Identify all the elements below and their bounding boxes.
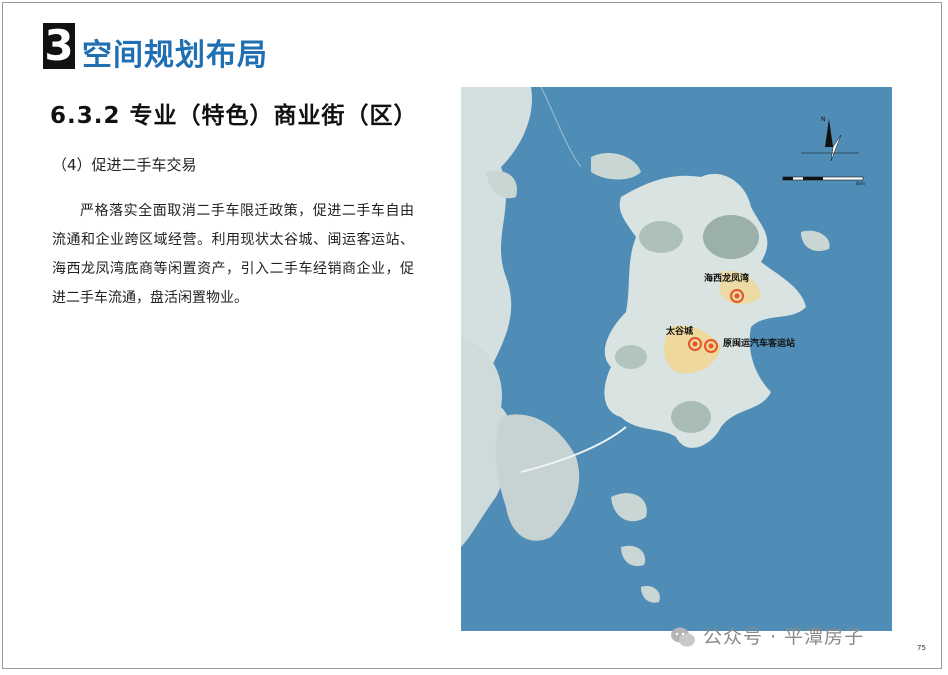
page-number: 75	[917, 644, 926, 652]
scale-bar	[782, 176, 864, 181]
label-taigu: 太谷城	[665, 325, 693, 337]
scale-unit: 0km	[856, 181, 865, 186]
section-title: 空间规划布局	[82, 38, 268, 73]
label-minyun: 原闽运汽车客运站	[723, 337, 795, 349]
section-number-badge: 3	[43, 21, 75, 70]
map-canvas: 海西龙凤湾 太谷城 原闽运汽车客运站 N 0km	[461, 87, 892, 631]
north-label: N	[821, 116, 826, 123]
label-haixi: 海西龙凤湾	[704, 272, 749, 284]
hill-north	[703, 215, 759, 259]
wechat-icon	[671, 627, 695, 647]
hill-west	[615, 345, 647, 369]
hill-northwest	[639, 221, 683, 253]
subsection-title: 6.3.2 专业（特色）商业街（区）	[50, 103, 418, 129]
body-paragraph: 严格落实全面取消二手车限迁政策，促进二手车自由流通和企业跨区域经营。利用现状太谷…	[52, 203, 414, 306]
hill-south	[671, 401, 711, 433]
island-map: 海西龙凤湾 太谷城 原闽运汽车客运站 N 0km	[461, 87, 892, 631]
item-heading: （4）促进二手车交易	[52, 156, 197, 174]
footer-account: 公众号 · 平潭房子	[703, 626, 865, 648]
